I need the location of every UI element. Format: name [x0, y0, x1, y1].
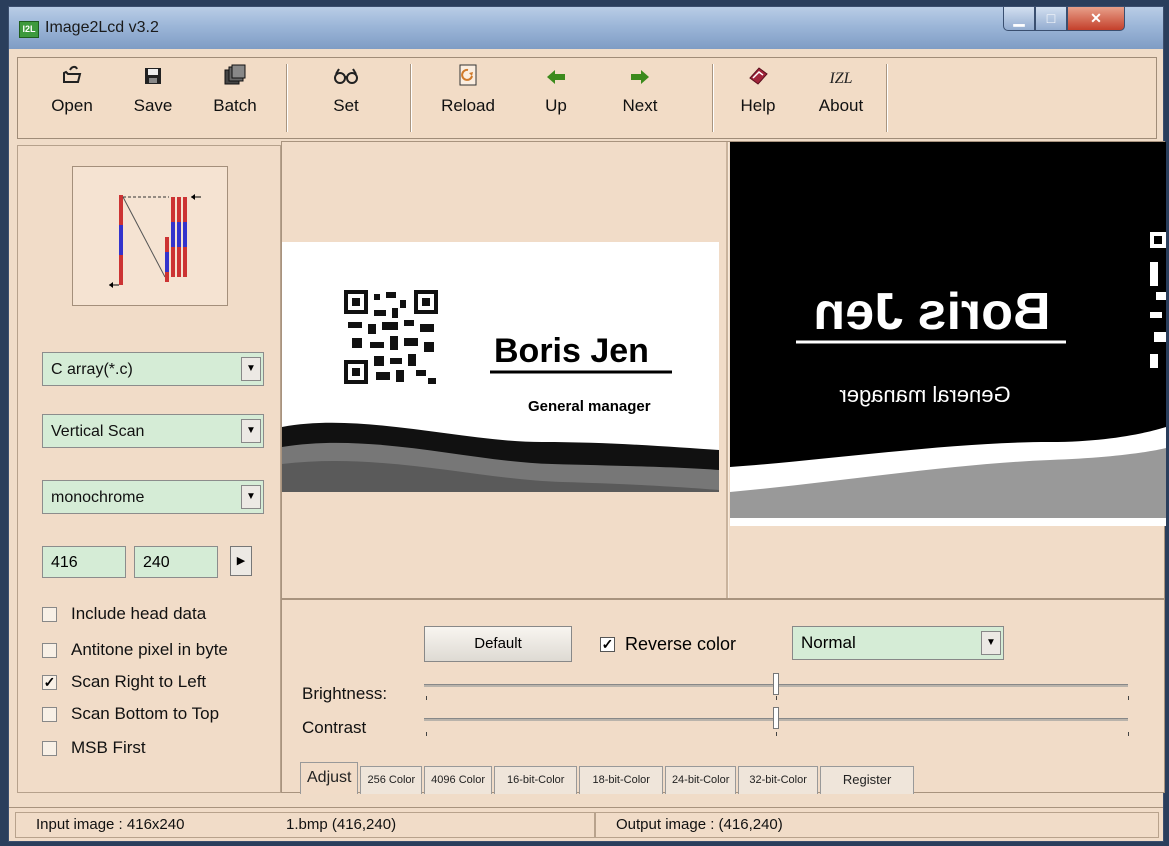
slider-tick	[1128, 732, 1129, 736]
checkbox-box[interactable]	[42, 642, 57, 658]
width-field[interactable]: 416	[42, 546, 126, 578]
contrast-label: Contrast	[302, 718, 367, 737]
reverse-color-checkbox[interactable]: ✓ Reverse color	[600, 634, 736, 655]
msb-first-checkbox[interactable]: MSB First	[42, 736, 146, 760]
toolbar-separator	[410, 64, 412, 132]
about-icon: IZL	[829, 70, 853, 87]
color-depth-select[interactable]: monochrome ▼	[42, 480, 264, 514]
close-icon: ✕	[1090, 10, 1102, 26]
color-format-tabs: Adjust 256 Color 4096 Color 16-bit-Color…	[300, 762, 916, 794]
arrow-right-icon	[598, 62, 682, 96]
open-button[interactable]: Open	[32, 62, 112, 134]
close-button[interactable]: ✕	[1067, 7, 1125, 31]
output-type-select[interactable]: C array(*.c) ▼	[42, 352, 264, 386]
tab-18-bit-color[interactable]: 18-bit-Color	[579, 766, 663, 794]
checkbox-box[interactable]: ✓	[42, 674, 57, 690]
slider-tick	[426, 732, 427, 736]
toolbar-separator	[712, 64, 714, 132]
tab-256-color[interactable]: 256 Color	[360, 766, 423, 794]
slider-tick	[776, 732, 777, 736]
slider-tick	[1128, 696, 1129, 700]
brightness-label: Brightness:	[302, 684, 388, 703]
help-icon	[720, 62, 796, 96]
toolbar-group-settings: Set	[298, 62, 394, 134]
app-icon: I2L	[19, 21, 39, 38]
maximize-icon: □	[1046, 10, 1056, 26]
batch-icon	[194, 62, 276, 96]
app-window: I2L Image2Lcd v3.2 ▁ □ ✕ Open Save Batch…	[8, 6, 1166, 842]
toolbar-group-file: Open Save Batch	[32, 62, 276, 134]
window-title: Image2Lcd v3.2	[45, 19, 159, 36]
toolbar-separator	[886, 64, 888, 132]
output-image: Boris Jen General manager	[730, 142, 1166, 526]
arrow-left-icon	[514, 62, 598, 96]
status-input: Input image : 416x240 1.bmp (416,240)	[15, 812, 595, 838]
scan-direction-preview	[72, 166, 228, 306]
toolbar-group-help: Help IZL About	[720, 62, 886, 134]
glasses-icon	[298, 62, 394, 96]
tab-4096-color[interactable]: 4096 Color	[424, 766, 492, 794]
mode-select[interactable]: Normal ▼	[792, 626, 1004, 660]
tab-24-bit-color[interactable]: 24-bit-Color	[664, 766, 737, 794]
batch-button[interactable]: Batch	[194, 62, 276, 134]
toolbar-separator	[286, 64, 288, 132]
checkbox-box[interactable]	[42, 706, 57, 722]
slider-tick	[776, 696, 777, 700]
scan-mode-select[interactable]: Vertical Scan ▼	[42, 414, 264, 448]
options-panel: C array(*.c) ▼ Vertical Scan ▼ monochrom…	[17, 145, 281, 793]
status-bar: Input image : 416x240 1.bmp (416,240) Ou…	[9, 807, 1163, 841]
scan-diagram-icon	[109, 194, 201, 288]
toolbar: Open Save Batch Set Reload Up Next Help …	[17, 57, 1157, 139]
minimize-button[interactable]: ▁	[1003, 7, 1035, 31]
play-arrow-icon: ▶	[236, 555, 246, 567]
antitone-pixel-checkbox[interactable]: Antitone pixel in byte	[42, 638, 228, 662]
tab-16-bit-color[interactable]: 16-bit-Color	[494, 766, 578, 794]
maximize-button[interactable]: □	[1035, 7, 1067, 31]
toolbar-group-nav: Reload Up Next	[422, 62, 682, 134]
checkbox-box[interactable]	[42, 606, 57, 622]
minimize-icon: ▁	[1013, 10, 1025, 26]
next-button[interactable]: Next	[598, 62, 682, 134]
chevron-down-icon[interactable]: ▼	[241, 357, 261, 381]
adjust-settings-panel: Default ✓ Reverse color Normal ▼ Brightn…	[281, 599, 1165, 794]
title-bar[interactable]: I2L Image2Lcd v3.2 ▁ □ ✕	[9, 7, 1163, 49]
output-card-title: General manager	[839, 382, 1011, 407]
checkbox-box[interactable]	[42, 740, 57, 756]
chevron-down-icon[interactable]: ▼	[241, 485, 261, 509]
reload-icon	[422, 62, 514, 96]
height-field[interactable]: 240	[134, 546, 218, 578]
input-card-title: General manager	[528, 398, 651, 415]
brightness-slider[interactable]	[773, 673, 779, 695]
default-button[interactable]: Default	[424, 626, 572, 662]
reload-button[interactable]: Reload	[422, 62, 514, 134]
chevron-down-icon[interactable]: ▼	[981, 631, 1001, 655]
chevron-down-icon[interactable]: ▼	[241, 419, 261, 443]
tab-adjust[interactable]: Adjust	[300, 762, 359, 794]
input-image: Boris Jen General manager	[282, 242, 719, 492]
save-icon	[112, 62, 194, 96]
input-card-name: Boris Jen	[494, 332, 649, 370]
status-output: Output image : (416,240)	[595, 812, 1159, 838]
tab-32-bit-color[interactable]: 32-bit-Color	[738, 766, 818, 794]
include-head-data-checkbox[interactable]: Include head data	[42, 602, 206, 626]
open-icon	[32, 62, 112, 96]
apply-size-button[interactable]: ▶	[230, 546, 252, 576]
help-button[interactable]: Help	[720, 62, 796, 134]
save-button[interactable]: Save	[112, 62, 194, 134]
about-button[interactable]: IZL About	[796, 62, 886, 134]
up-button[interactable]: Up	[514, 62, 598, 134]
slider-tick	[426, 696, 427, 700]
preview-divider	[728, 142, 729, 598]
output-card-name: Boris Jen	[813, 283, 1051, 341]
image-preview-area: Boris Jen General manager Boris Jen Gene…	[281, 141, 1166, 599]
checkbox-box[interactable]: ✓	[600, 637, 615, 652]
set-button[interactable]: Set	[298, 62, 394, 134]
scan-right-to-left-checkbox[interactable]: ✓ Scan Right to Left	[42, 670, 206, 694]
scan-bottom-to-top-checkbox[interactable]: Scan Bottom to Top	[42, 702, 219, 726]
tab-register[interactable]: Register	[819, 766, 915, 794]
contrast-slider[interactable]	[773, 707, 779, 729]
